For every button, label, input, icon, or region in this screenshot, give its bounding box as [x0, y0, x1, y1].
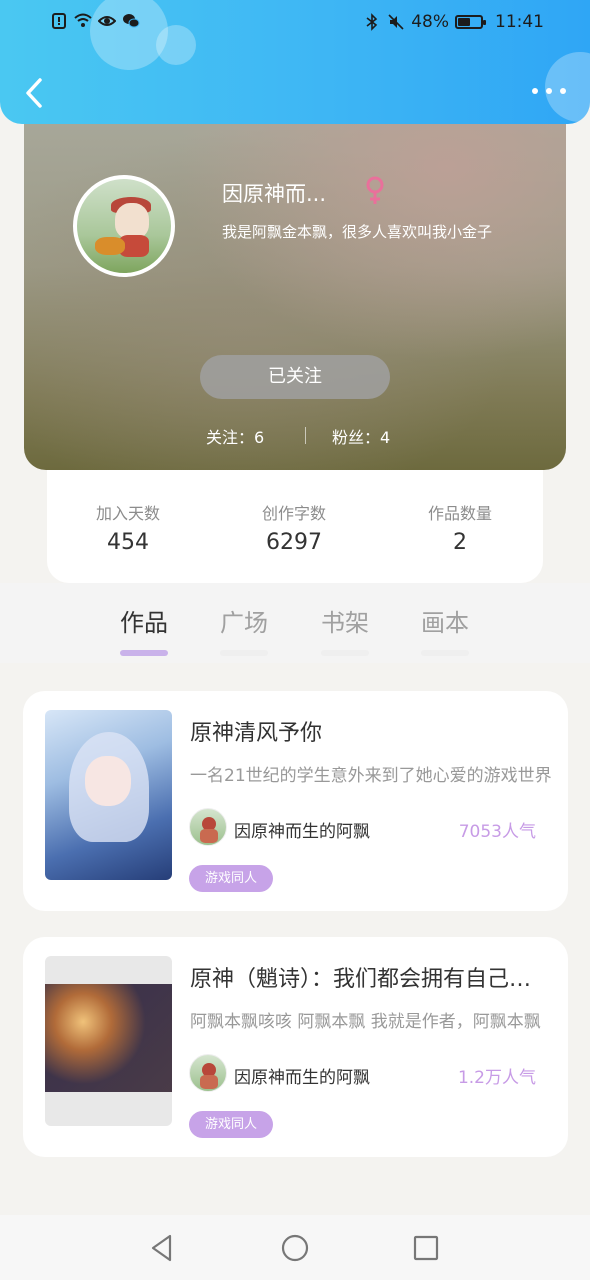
battery-icon — [455, 15, 486, 29]
stat-value: 454 — [107, 530, 149, 555]
bio: 我是阿飘金本飘，很多人喜欢叫我小金子 — [222, 223, 493, 241]
clock: 11:41 — [495, 12, 544, 32]
tab-works[interactable]: 作品 — [109, 603, 179, 656]
tab-label: 书架 — [321, 609, 369, 637]
tab-indicator — [421, 650, 469, 656]
top-header: 48% 11:41 — [0, 0, 590, 124]
tab-label: 广场 — [220, 609, 268, 637]
work-card[interactable]: 原神（魈诗）：我们都会拥有自己的结局 阿飘本飘咳咳 阿飘本飘 我就是作者，阿飘本… — [23, 937, 568, 1157]
back-triangle-icon[interactable] — [148, 1233, 178, 1263]
following-count[interactable]: 关注：6 — [206, 424, 264, 448]
wifi-icon — [74, 13, 92, 27]
author-name: 因原神而生的阿飘 — [234, 822, 370, 842]
stat-label: 作品数量 — [427, 504, 492, 523]
stat-label: 加入天数 — [95, 504, 160, 523]
divider — [305, 427, 306, 444]
mute-icon — [388, 14, 404, 30]
author-avatar — [189, 1054, 227, 1092]
stat-join-days: 加入天数 454 — [53, 500, 203, 555]
battery-fill — [458, 18, 470, 26]
tab-drawbook[interactable]: 画本 — [410, 603, 480, 656]
battery-percent: 48% — [411, 12, 449, 32]
work-description: 一名21世纪的学生意外来到了她心爱的游戏世界 — [190, 766, 552, 786]
tabs-band — [0, 583, 590, 663]
recents-square-icon[interactable] — [411, 1233, 441, 1263]
more-dots-icon[interactable] — [532, 84, 566, 98]
tab-label: 画本 — [421, 609, 469, 637]
eye-icon — [98, 16, 116, 26]
tab-bookshelf[interactable]: 书架 — [310, 603, 380, 656]
work-cover[interactable] — [45, 956, 172, 1126]
follow-counts: 关注：6 粉丝：4 — [24, 424, 566, 448]
female-icon — [366, 176, 384, 204]
tab-indicator — [120, 650, 168, 656]
work-card[interactable]: 原神清风予你 一名21世纪的学生意外来到了她心爱的游戏世界 因原神而生的阿飘 7… — [23, 691, 568, 911]
avatar[interactable] — [73, 175, 175, 277]
work-description: 阿飘本飘咳咳 阿飘本飘 我就是作者，阿飘本飘 — [190, 1012, 541, 1032]
stat-value: 6297 — [266, 530, 322, 555]
work-title: 原神清风予你 — [190, 721, 323, 746]
popularity-count: 1.2万人气 — [457, 1068, 536, 1088]
work-cover[interactable] — [45, 710, 172, 880]
fans-count[interactable]: 粉丝：4 — [332, 424, 390, 448]
tab-indicator — [321, 650, 369, 656]
popularity-count: 7053人气 — [458, 822, 536, 842]
followed-button[interactable]: 已关注 — [200, 355, 390, 399]
work-title: 原神（魈诗）：我们都会拥有自己的结局 — [190, 967, 552, 992]
chevron-left-icon[interactable] — [18, 74, 50, 112]
status-icons-left — [50, 12, 140, 30]
stat-word-count: 创作字数 6297 — [219, 500, 369, 555]
stat-label: 创作字数 — [261, 504, 326, 523]
wechat-icon — [123, 14, 140, 28]
genre-tag: 游戏同人 — [189, 865, 274, 892]
author-name: 因原神而生的阿飘 — [234, 1068, 370, 1088]
stat-value: 2 — [453, 530, 467, 555]
tab-indicator — [220, 650, 268, 656]
status-icons-right: 48% 11:41 — [363, 12, 544, 32]
profile-card: 因原神而... 我是阿飘金本飘，很多人喜欢叫我小金子 已关注 关注：6 粉丝：4 — [24, 100, 566, 470]
alert-icon — [52, 13, 66, 29]
system-nav-bar — [0, 1215, 590, 1280]
stat-works-count: 作品数量 2 — [385, 500, 535, 555]
tab-label: 作品 — [120, 609, 168, 637]
status-bar: 48% 11:41 — [0, 0, 590, 46]
tab-square[interactable]: 广场 — [209, 603, 279, 656]
bluetooth-icon — [366, 13, 378, 31]
genre-tag: 游戏同人 — [189, 1111, 274, 1138]
home-circle-icon[interactable] — [280, 1233, 310, 1263]
username: 因原神而... — [222, 182, 327, 206]
author-avatar — [189, 808, 227, 846]
